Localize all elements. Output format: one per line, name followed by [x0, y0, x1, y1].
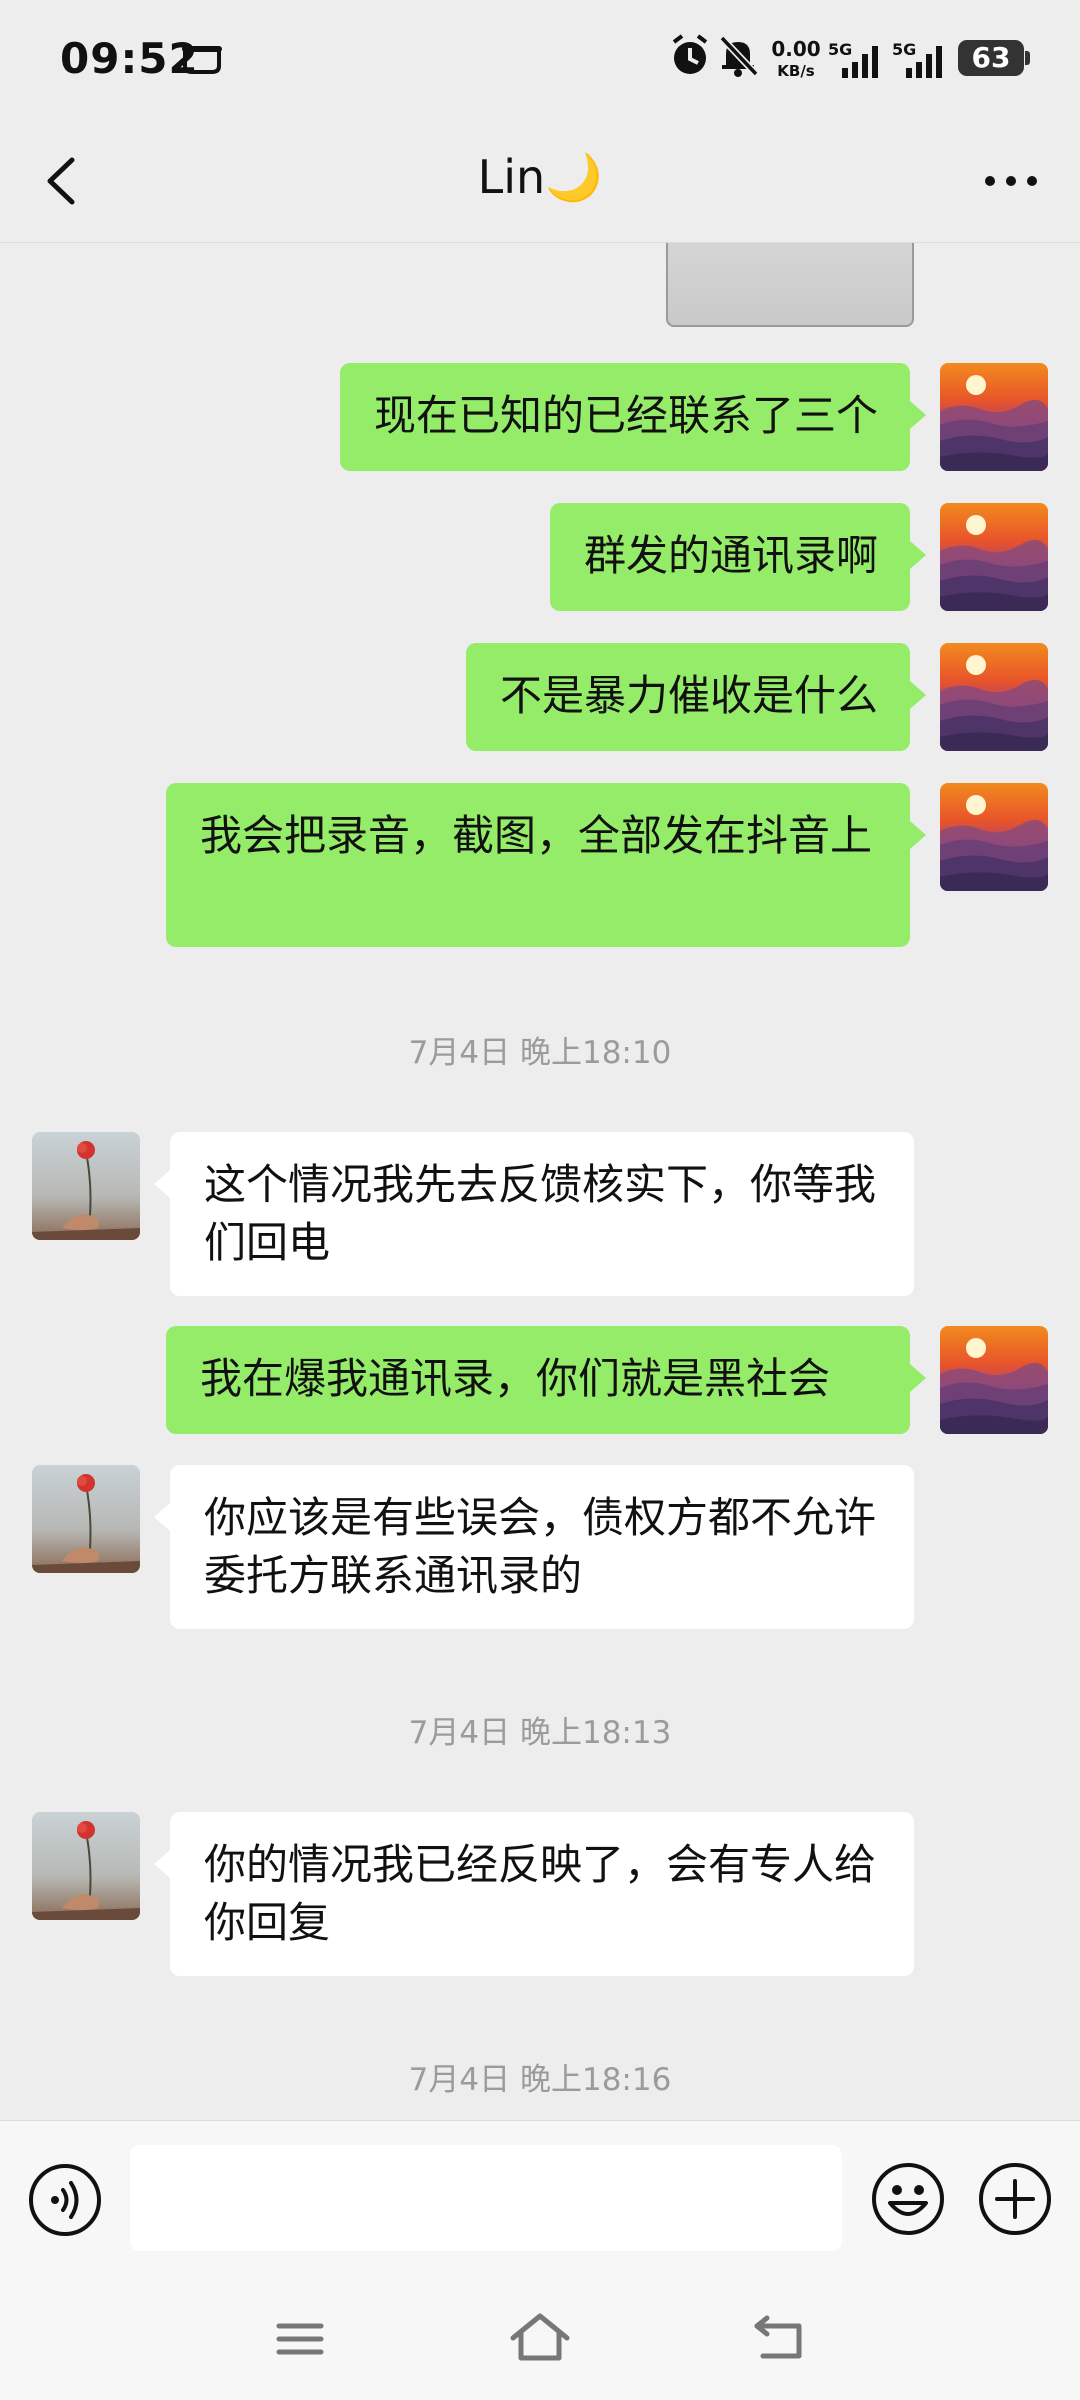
chat-screen: 09:52 0.00 KB/s 5G 5G 63 Lin🌙 现在已知的已经联系了…: [0, 0, 1080, 2400]
message-bubble[interactable]: 这个情况我先去反馈核实下，你等我们回电: [154, 1132, 914, 1296]
contact-avatar[interactable]: [32, 1465, 140, 1573]
net-speed-unit: KB/s: [777, 62, 815, 80]
message-bubble[interactable]: 现在已知的已经联系了三个: [339, 363, 927, 471]
battery-level: 63: [971, 41, 1011, 74]
contact-avatar[interactable]: [32, 1132, 140, 1240]
chat-title: Lin🌙: [0, 150, 1080, 205]
message-bubble[interactable]: 不是暴力催收是什么: [465, 643, 927, 751]
message-bubble[interactable]: 我会把录音，截图，全部发在抖音上: [166, 783, 926, 947]
message-bubble[interactable]: 你应该是有些误会，债权方都不允许委托方联系通讯录的: [154, 1465, 914, 1629]
message-bubble[interactable]: 群发的通讯录啊: [549, 503, 927, 611]
contact-avatar[interactable]: [32, 1812, 140, 1920]
alarm-icon: [672, 34, 708, 74]
status-time: 09:52: [60, 34, 199, 83]
signal-icon: [842, 46, 878, 78]
battery-icon: 63: [958, 40, 1030, 76]
status-bar: 09:52 0.00 KB/s 5G 5G 63: [0, 0, 1080, 120]
more-dots-icon[interactable]: [978, 148, 1044, 214]
net-speed: 0.00 KB/s: [765, 38, 827, 82]
system-nav-bar: [0, 2280, 1080, 2400]
timestamp: 7月4日 晚上18:10: [408, 1035, 672, 1071]
input-bar: [0, 2120, 1080, 2281]
contact-name: Lin: [477, 150, 546, 204]
menu-icon[interactable]: [265, 2304, 335, 2374]
message-input[interactable]: [130, 2145, 842, 2251]
my-avatar[interactable]: [940, 363, 1048, 471]
my-avatar[interactable]: [940, 643, 1048, 751]
status-icons: 0.00 KB/s 5G 5G 63: [670, 34, 1030, 90]
home-icon[interactable]: [505, 2304, 575, 2374]
message-bubble[interactable]: 你的情况我已经反映了，会有专人给你回复: [154, 1812, 914, 1976]
plus-icon[interactable]: [977, 2161, 1053, 2237]
timestamp: 7月4日 晚上18:16: [408, 2062, 672, 2098]
emoji-icon[interactable]: [870, 2161, 946, 2237]
message-bubble[interactable]: 我在爆我通讯录，你们就是黑社会: [166, 1326, 926, 1434]
signal-icon: [906, 46, 942, 78]
mute-icon: [719, 35, 758, 77]
image-message[interactable]: [666, 243, 914, 327]
moon-emoji: 🌙: [545, 150, 603, 204]
my-avatar[interactable]: [940, 1326, 1048, 1434]
notification-icon: [182, 46, 222, 74]
back-icon[interactable]: [745, 2304, 815, 2374]
my-avatar[interactable]: [940, 783, 1048, 891]
my-avatar[interactable]: [940, 503, 1048, 611]
voice-icon[interactable]: [28, 2163, 102, 2237]
chat-header: Lin🌙: [0, 120, 1080, 243]
timestamp: 7月4日 晚上18:13: [408, 1715, 672, 1751]
net-speed-value: 0.00: [771, 37, 821, 61]
message-list[interactable]: 现在已知的已经联系了三个 群发的通讯录啊 不是暴力催收是什么 我会把录音，截图，…: [0, 243, 1080, 2120]
